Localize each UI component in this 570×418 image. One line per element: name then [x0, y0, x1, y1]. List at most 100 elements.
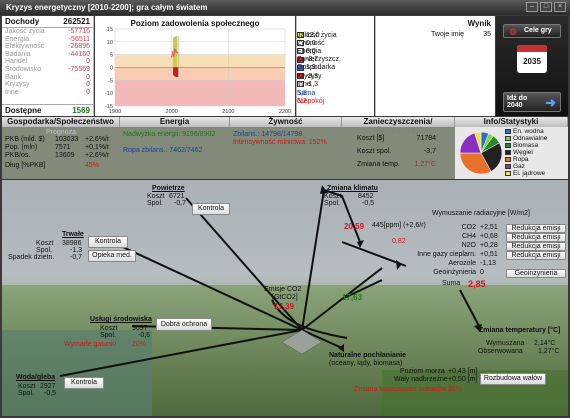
water-control-button[interactable]: Kontrola [64, 377, 104, 389]
temp-forced-label: Wymuszana [486, 340, 525, 347]
energy-mix-pie [459, 131, 503, 175]
legend-row-label: Żywność [297, 39, 325, 47]
pie-legend-label: Ropa [513, 156, 529, 163]
economy-row: Pop. (mln) 7571 +0,1%/r [5, 144, 117, 152]
legend-sum-label: Suma [297, 89, 316, 97]
legend-row[interactable]: Jakość życia 12,0 [297, 31, 374, 39]
chart-x-tick: 2000 [166, 109, 178, 115]
legend-sum-row: Suma 5,8 [297, 89, 374, 97]
budget-row: Kryzysy 0 [2, 81, 93, 89]
legend-row[interactable]: Energia 0,0 [297, 47, 374, 55]
pie-legend-label: Odnawialne [513, 135, 548, 142]
player-score: 35 [483, 31, 491, 38]
budget-row-label: Badania [5, 50, 31, 58]
durable-control-button[interactable]: Kontrola [88, 236, 128, 248]
durable-cost-label: Koszt [36, 240, 54, 247]
forcing-row-button[interactable]: Redukcja emisji [506, 224, 566, 233]
stats-title: Info/Statystyki [455, 117, 568, 127]
pie-legend-item: El. jądrowe [505, 170, 547, 177]
budget-panel: Dochody 262521 Jakość życia -57716 Energia… [2, 16, 94, 116]
chart-point [173, 55, 175, 57]
env-social-label: Spol. [100, 332, 116, 339]
minimize-button[interactable]: – [526, 2, 538, 12]
player-name-label: Twoje imię [431, 31, 465, 38]
world-scene: Powietrze Koszt 6721 Spol. -0,7 Kontrola… [2, 180, 568, 416]
close-button[interactable]: × [554, 2, 566, 12]
forcing-row-label: Geoinżynieria [433, 269, 476, 276]
chart-y-tick: 0 [110, 66, 113, 72]
air-cost-label: Koszt [147, 193, 165, 200]
budget-header-label: Dochody [5, 17, 40, 26]
chart-legend: Jakość życia 12,0 Żywność 0,0 Energia 0,0 Zani… [296, 16, 374, 116]
emissions-title: Emisje CO2 [264, 286, 302, 293]
food-title: Żywność [230, 117, 342, 127]
pollution-social-value: -3,7 [423, 148, 436, 155]
maximize-button[interactable]: □ [540, 2, 552, 12]
stats-section[interactable]: Info/Statystyki En. wodna Odnawialne Bioma… [455, 117, 568, 179]
energy-surplus: Nadwyżka energii: 9196/8902 [123, 131, 216, 138]
budget-row-value: -75569 [68, 65, 90, 73]
legend-row[interactable]: Inne -1,3 [297, 80, 374, 88]
next-year-button[interactable]: Idź do 2040 ➜ [503, 92, 561, 112]
good-protection-button[interactable]: Dobra ochrona [156, 318, 212, 331]
forcing-row: Aerozole -1,13 [402, 260, 568, 269]
legend-row[interactable]: Kryzysy -3,3 [297, 72, 374, 80]
oil-balance: Ropa zbilans.: 7462/7462 [123, 147, 203, 154]
pie-legend-swatch [505, 143, 511, 148]
pie-legend-swatch [505, 129, 511, 134]
temp-observed-label: Obserwowana [478, 348, 523, 355]
expand-seawalls-button[interactable]: Rozbudowa wałów [480, 373, 546, 385]
economy-row-rate: +2,6%/r [85, 136, 110, 143]
forcing-row-button[interactable]: Redukcja emisji [506, 233, 566, 242]
water-soil-title: Woda/gleba [16, 374, 56, 381]
forcing-sum-label: Suma [442, 280, 461, 287]
air-control-button[interactable]: Kontrola [192, 203, 230, 215]
budget-row: Bank 0 [2, 74, 93, 82]
air-cost-value: 6721 [169, 193, 185, 200]
climate-cost-value: 8452 [358, 193, 374, 200]
air-title: Powietrze [152, 185, 185, 192]
pie-legend-label: Gaz [513, 163, 525, 170]
legend-row[interactable]: Zanieczyszcz. -3,7 [297, 56, 374, 64]
legend-row-label: Gospodarka [297, 64, 336, 72]
forcing-row-label: CO2 [461, 224, 476, 231]
legend-row[interactable]: Żywność 0,0 [297, 39, 374, 47]
legend-row-label: Inne [297, 80, 311, 88]
budget-row: Środowisko -75569 [2, 66, 93, 74]
goals-button[interactable]: ⚙ Cele gry [503, 24, 561, 38]
chart-x-tick: 2200 [279, 109, 291, 115]
chart-band [115, 67, 285, 81]
energy-section[interactable]: Energia Nadwyżka energii: 9196/8902 Ropa… [120, 117, 230, 179]
pollution-cost-label: Koszt [$] [357, 135, 385, 142]
pollution-section[interactable]: Zanieczyszczenia/Środowisko Koszt [$] 71… [342, 117, 455, 179]
legend-row-label: Jakość życia [297, 31, 337, 39]
economy-section[interactable]: Gospodarka/Społeczeństwo Prognoza PKB (m… [2, 117, 120, 179]
economy-title: Gospodarka/Społeczeństwo [2, 117, 120, 127]
healthcare-button[interactable]: Opieka med. [88, 250, 136, 262]
budget-footer-label: Dostępne [5, 106, 42, 115]
goals-icon: ⚙ [509, 27, 518, 37]
durable-title: Trwałe [62, 231, 84, 238]
budget-row: Badania -44160 [2, 51, 93, 59]
env-social-value: -0,6 [138, 332, 151, 339]
debt-label: Dług [%PKB] [5, 162, 46, 169]
forcing-row-button[interactable]: Redukcja emisji [506, 242, 566, 251]
food-section[interactable]: Żywność Zbilans.: 14798/14798 Intensywno… [230, 117, 342, 179]
pie-legend-item: Biomasa [505, 142, 547, 149]
water-cost-label: Koszt [18, 383, 36, 390]
forcing-row-button[interactable]: Geoinżynieria [506, 269, 566, 278]
fertility-drop-value: -0,7 [70, 254, 83, 261]
legend-unrest-label: Niepokój [297, 98, 325, 106]
chart-y-tick: 5 [110, 53, 113, 59]
budget-row-value: -57716 [68, 28, 90, 35]
budget-row-value: 0 [86, 73, 90, 81]
economy-row: PKB/os. 13609 +2,6%/r [5, 152, 117, 160]
forcing-row-value: 0 [480, 269, 484, 276]
legend-row[interactable]: Gospodarka 1,9 [297, 64, 374, 72]
forcing-row-button[interactable]: Redukcja emisji [506, 251, 566, 260]
farming-intensity: Intensywność rolnictwa: 152% [233, 139, 327, 146]
budget-row-value: -56511 [68, 35, 90, 43]
env-cost-label: Koszt [100, 325, 118, 332]
pie-legend-swatch [505, 157, 511, 162]
economy-row-label: PKB (mld. $) [5, 136, 45, 143]
